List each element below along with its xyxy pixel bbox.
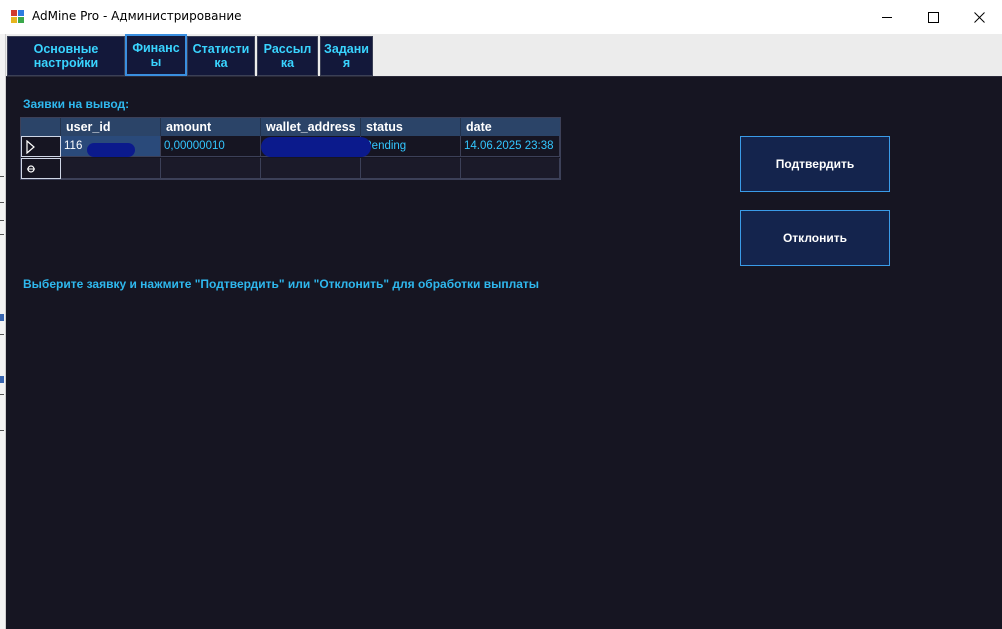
tab-main-settings[interactable]: Основные настройки xyxy=(7,36,125,76)
new-row-cell[interactable] xyxy=(61,158,161,179)
new-row-cell[interactable] xyxy=(261,158,361,179)
maximize-button[interactable] xyxy=(910,0,956,34)
row-header-new[interactable] xyxy=(21,158,61,179)
withdrawals-label: Заявки на вывод: xyxy=(23,97,130,111)
tab-finance[interactable]: Финанс ы xyxy=(125,34,187,76)
new-row-icon xyxy=(27,165,35,173)
title-bar[interactable]: AdMine Pro - Администрирование xyxy=(0,0,1002,34)
new-row-cell[interactable] xyxy=(361,158,461,179)
tab-tasks[interactable]: Задани я xyxy=(320,36,373,76)
withdrawals-grid[interactable]: user_id amount wallet_address status dat… xyxy=(20,117,561,180)
new-row-cell[interactable] xyxy=(461,158,560,179)
cell-status[interactable]: Pending xyxy=(361,136,461,157)
minimize-button[interactable] xyxy=(864,0,910,34)
cell-amount[interactable]: 0,00000010 xyxy=(161,136,261,157)
finance-panel: Заявки на вывод: user_id amount wallet_a… xyxy=(6,76,1002,629)
tab-strip: Основные настройки Финанс ы Статисти ка … xyxy=(6,34,1002,77)
maximize-icon xyxy=(928,12,939,23)
column-header-date[interactable]: date xyxy=(461,118,560,136)
close-icon xyxy=(974,12,985,23)
column-header-amount[interactable]: amount xyxy=(161,118,261,136)
column-header-user-id[interactable]: user_id xyxy=(61,118,161,136)
column-header-wallet-address[interactable]: wallet_address xyxy=(261,118,361,136)
grid-corner-header xyxy=(21,118,61,136)
row-header-selected[interactable] xyxy=(21,136,61,157)
close-button[interactable] xyxy=(956,0,1002,34)
cell-date[interactable]: 14.06.2025 23:38 xyxy=(461,136,560,157)
column-header-status[interactable]: status xyxy=(361,118,461,136)
reject-button[interactable]: Отклонить xyxy=(740,210,890,266)
tab-statistics[interactable]: Статисти ка xyxy=(187,36,255,76)
current-row-arrow-icon xyxy=(26,140,35,154)
minimize-icon xyxy=(882,17,892,18)
tab-mailing[interactable]: Рассыл ка xyxy=(257,36,318,76)
confirm-button[interactable]: Подтвердить xyxy=(740,136,890,192)
window-title: AdMine Pro - Администрирование xyxy=(32,9,242,23)
redaction-mark xyxy=(87,143,135,157)
new-row-cell[interactable] xyxy=(161,158,261,179)
app-icon xyxy=(11,10,25,23)
redaction-mark xyxy=(261,137,371,157)
instruction-text: Выберите заявку и нажмите "Подтвердить" … xyxy=(23,277,540,291)
